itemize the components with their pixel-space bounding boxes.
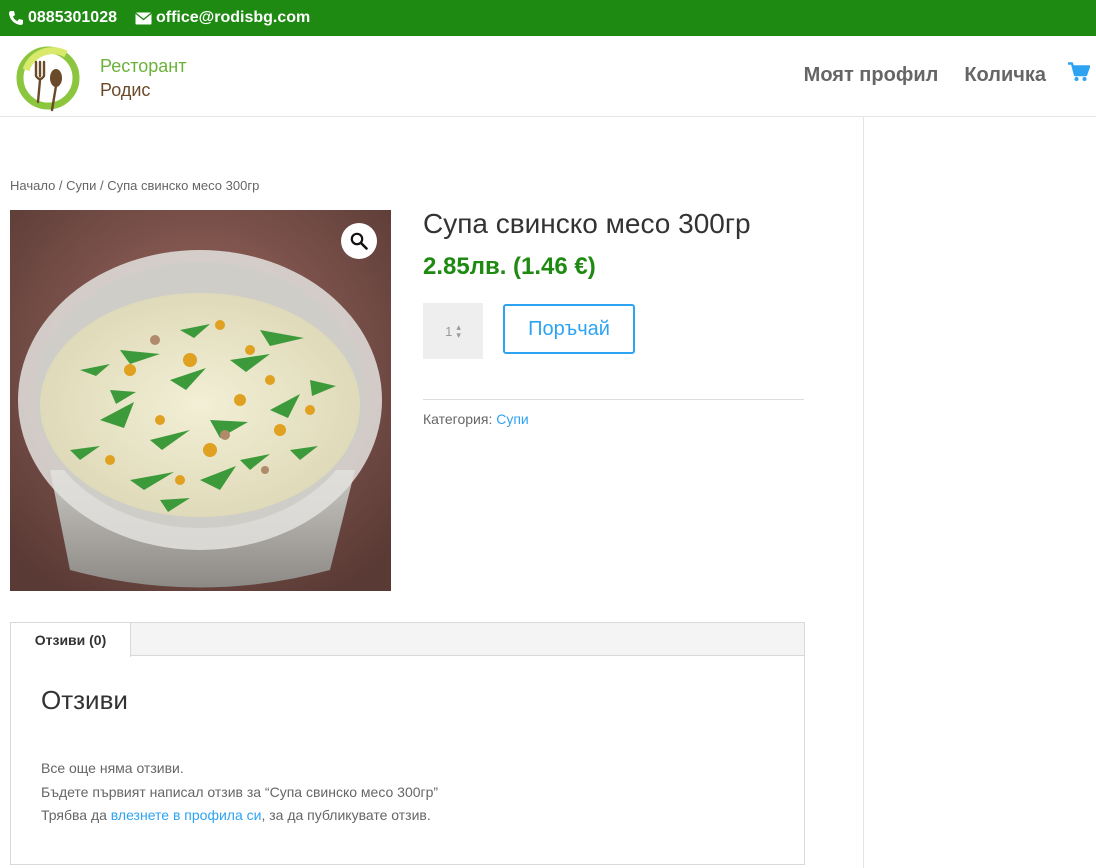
first-review-text: Бъдете първият написал отзив за “Супа св… (41, 783, 439, 800)
login-notice: Трябва да влезнете в профила си, за да п… (41, 804, 438, 828)
stepper-arrows-icon[interactable]: ▴ ▾ (456, 323, 461, 340)
breadcrumb-current: Супа свинско месо 300гр (107, 178, 260, 193)
reviews-heading: Отзиви (41, 685, 128, 715)
login-link[interactable]: влезнете в профила си (111, 807, 262, 823)
summary-divider (423, 399, 804, 400)
logo-line-1: Ресторант (100, 56, 187, 76)
quantity-stepper[interactable]: 1 ▴ ▾ (423, 303, 483, 359)
tab-reviews[interactable]: Отзиви (0) (11, 623, 131, 657)
phone-contact[interactable]: 0885301028 (8, 9, 117, 27)
reviews-body: Все още няма отзиви. Бъдете първият напи… (41, 757, 438, 828)
sidebar-divider (863, 117, 864, 868)
breadcrumb-category[interactable]: Супи (66, 178, 96, 193)
quantity-value: 1 (445, 323, 453, 339)
product-image[interactable] (10, 210, 391, 591)
product-price: 2.85лв. (1.46 €) (423, 253, 596, 280)
login-suffix: , за да публикувате отзив. (261, 807, 431, 823)
zoom-button[interactable] (341, 223, 377, 259)
breadcrumb-separator: / (55, 178, 67, 193)
magnifier-icon (350, 232, 368, 250)
email-address: office@rodisbg.com (155, 9, 311, 26)
product-title: Супа свинско месо 300гр (423, 208, 751, 239)
breadcrumb: Начало / Супи / Супа свинско месо 300гр (10, 178, 259, 193)
logo-emblem-icon (16, 46, 80, 112)
no-reviews-text: Все още няма отзиви. (41, 760, 184, 776)
site-header: Ресторант Родис Моят профил Количка (0, 36, 1096, 117)
nav-cart[interactable]: Количка (964, 64, 1046, 87)
phone-number: 0885301028 (28, 9, 117, 26)
order-button[interactable]: Поръчай (503, 304, 635, 354)
envelope-icon (135, 11, 152, 24)
breadcrumb-separator: / (96, 178, 108, 193)
login-prefix: Трябва да (41, 807, 111, 823)
category-link[interactable]: Супи (496, 411, 529, 427)
site-logo[interactable]: Ресторант Родис (16, 40, 196, 114)
category-label: Категория: (423, 411, 497, 427)
top-bar: 0885301028 office@rodisbg.com (0, 0, 1096, 36)
phone-icon (9, 11, 23, 25)
nav-my-profile[interactable]: Моят профил (804, 64, 939, 87)
product-category: Категория: Супи (423, 411, 529, 427)
breadcrumb-home[interactable]: Начало (10, 178, 55, 193)
product-tabs: Отзиви (0) Отзиви Все още няма отзиви. Б… (10, 622, 805, 865)
email-contact[interactable]: office@rodisbg.com (135, 9, 310, 27)
logo-line-2: Родис (100, 80, 151, 100)
shopping-cart-icon[interactable] (1068, 62, 1091, 88)
main-nav: Моят профил Количка (778, 62, 1091, 88)
